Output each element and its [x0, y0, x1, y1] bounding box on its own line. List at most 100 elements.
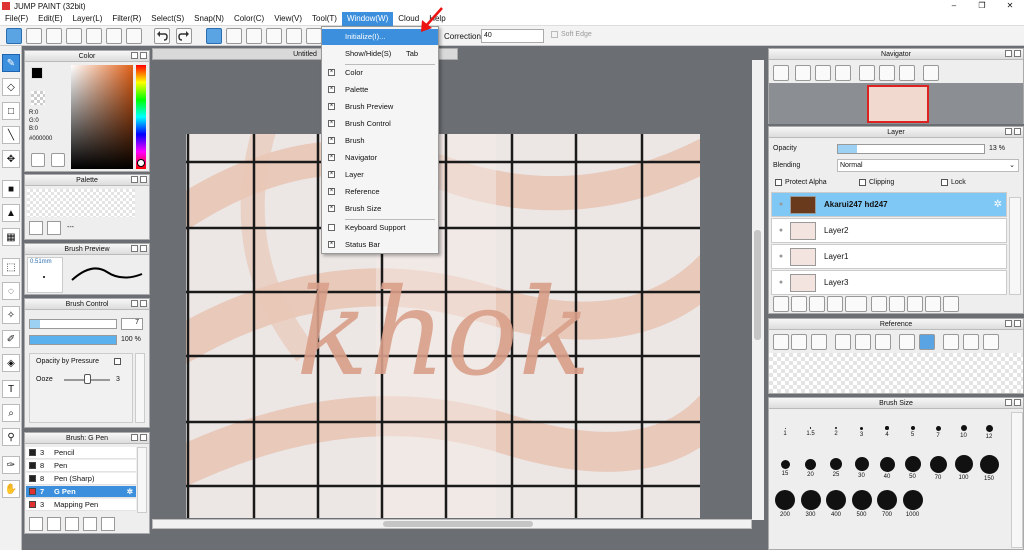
brush-size-option[interactable]: 7 — [926, 418, 950, 439]
menu-item-palette[interactable]: × Palette — [322, 82, 438, 98]
add-swatch-icon[interactable] — [29, 221, 43, 235]
balloon-icon[interactable]: ⌕ — [2, 404, 20, 422]
move-icon[interactable]: ✥ — [2, 150, 20, 168]
brush-size-option[interactable]: 15 — [773, 454, 797, 477]
visibility-icon[interactable]: ● — [772, 253, 790, 260]
brush-size-option[interactable]: 300 — [799, 490, 823, 518]
soft-edge-checkbox[interactable]: Soft Edge — [551, 31, 592, 38]
new-layer-icon[interactable] — [773, 296, 789, 312]
navigator-thumbnail[interactable] — [867, 85, 929, 123]
brush-size-scrollbar[interactable] — [1011, 412, 1023, 548]
float-icon[interactable] — [131, 434, 138, 441]
new-layer-1bit-icon[interactable] — [827, 296, 843, 312]
blending-select[interactable]: Normal ⌄ — [837, 159, 1019, 172]
layer-list-scrollbar[interactable] — [1009, 197, 1021, 295]
snap-cross-icon[interactable] — [266, 28, 282, 44]
brush-size-option[interactable]: 1.5 — [799, 418, 823, 437]
hue-slider[interactable] — [136, 65, 146, 169]
color-settings-icon[interactable] — [51, 153, 65, 167]
close-icon[interactable] — [140, 245, 147, 252]
layer-opacity-slider[interactable] — [837, 144, 985, 154]
dropper-icon[interactable]: ⚲ — [2, 428, 20, 446]
float-icon[interactable] — [131, 176, 138, 183]
clipping-checkbox[interactable]: Clipping — [859, 179, 894, 186]
zoom-fit-icon[interactable] — [773, 65, 789, 81]
pen-tool-icon[interactable]: ✎ — [2, 54, 20, 72]
reference-dropper-icon[interactable] — [899, 334, 915, 350]
undo-icon[interactable] — [154, 28, 170, 44]
brush-size-option[interactable]: 1 — [773, 418, 797, 437]
brush-size-slider[interactable] — [29, 319, 117, 329]
snap-off-icon[interactable] — [206, 28, 222, 44]
menu-item-reference[interactable]: × Reference — [322, 184, 438, 200]
brush-size-option[interactable]: 500 — [850, 490, 874, 518]
layer-row[interactable]: ● Layer1 — [771, 244, 1007, 269]
reference-cloud-icon[interactable] — [773, 334, 789, 350]
brush-size-option[interactable]: 30 — [850, 454, 874, 479]
brush-size-option[interactable]: 4 — [875, 418, 899, 438]
brush-size-option[interactable]: 25 — [824, 454, 848, 478]
reference-view[interactable] — [769, 353, 1023, 393]
folder-icon[interactable] — [83, 517, 97, 531]
bucket-icon[interactable]: ▲ — [2, 204, 20, 222]
menu-view[interactable]: View(V) — [269, 12, 307, 26]
brush-cloud-icon[interactable] — [29, 517, 43, 531]
brush-size-option[interactable]: 40 — [875, 454, 899, 480]
brush-item[interactable]: 3 Pencil — [26, 447, 136, 459]
line-icon[interactable]: ╲ — [2, 126, 20, 144]
menu-item-brush[interactable]: × Brush — [322, 133, 438, 149]
zoom-out-icon[interactable] — [835, 65, 851, 81]
menu-tool[interactable]: Tool(T) — [307, 12, 342, 26]
transparent-color-swatch[interactable] — [31, 91, 45, 105]
merge-layer-icon[interactable] — [907, 296, 923, 312]
snap-grid-icon[interactable] — [246, 28, 262, 44]
eraser-icon[interactable]: ◇ — [2, 78, 20, 96]
brush-list-scrollbar[interactable] — [137, 447, 147, 513]
rectangle-icon[interactable]: □ — [2, 102, 20, 120]
minimize-button[interactable]: – — [940, 0, 968, 12]
brush-control-scrollbar[interactable] — [135, 353, 145, 423]
brush-size-option[interactable]: 3 — [850, 418, 874, 438]
open-document-icon[interactable] — [86, 28, 102, 44]
zoom-full-icon[interactable] — [815, 65, 831, 81]
raster-layer-icon[interactable] — [925, 296, 941, 312]
layer-row[interactable]: ● Layer2 — [771, 218, 1007, 243]
menu-item-status-bar[interactable]: × Status Bar — [322, 237, 438, 253]
menu-edit[interactable]: Edit(E) — [33, 12, 67, 26]
brush-size-option[interactable]: 10 — [952, 418, 976, 439]
cloud-icon[interactable] — [6, 28, 22, 44]
comment-icon[interactable] — [46, 28, 62, 44]
hue-handle[interactable] — [137, 159, 145, 167]
flip-icon[interactable] — [923, 65, 939, 81]
foreground-color-swatch[interactable] — [31, 67, 43, 79]
brush-size-option[interactable]: 20 — [799, 454, 823, 478]
opacity-by-pressure-checkbox[interactable] — [114, 358, 121, 365]
canvas-vertical-scrollbar[interactable] — [752, 60, 764, 520]
menu-snap[interactable]: Snap(N) — [189, 12, 229, 26]
ooze-slider-handle[interactable] — [84, 374, 91, 384]
menu-filter[interactable]: Filter(R) — [107, 12, 146, 26]
reference-reset-icon[interactable] — [963, 334, 979, 350]
visibility-icon[interactable]: ● — [772, 201, 790, 208]
brush-size-option[interactable]: 1000 — [901, 490, 925, 518]
float-icon[interactable] — [1005, 399, 1012, 406]
upload-icon[interactable] — [26, 28, 42, 44]
layer-settings-icon[interactable]: ✲ — [994, 199, 1002, 210]
menu-select[interactable]: Select(S) — [146, 12, 189, 26]
reference-zoom-in-icon[interactable] — [835, 334, 851, 350]
palette-icon[interactable] — [31, 153, 45, 167]
reference-close-icon[interactable] — [811, 334, 827, 350]
menu-item-layer[interactable]: × Layer — [322, 167, 438, 183]
snap-circle-icon[interactable] — [306, 28, 322, 44]
canvas-horizontal-scrollbar[interactable] — [152, 519, 752, 529]
brush-item[interactable]: 3 Mapping Pen — [26, 499, 136, 511]
reference-zoom-out-icon[interactable] — [875, 334, 891, 350]
new-layer-variant-icon[interactable] — [791, 296, 807, 312]
close-icon[interactable] — [1014, 128, 1021, 135]
close-icon[interactable] — [140, 434, 147, 441]
select-eraser-icon[interactable]: ◈ — [2, 354, 20, 372]
reset-rotate-icon[interactable] — [879, 65, 895, 81]
brush-size-option[interactable]: 200 — [773, 490, 797, 518]
close-icon[interactable] — [140, 176, 147, 183]
menu-item-brush-size[interactable]: × Brush Size — [322, 201, 438, 217]
